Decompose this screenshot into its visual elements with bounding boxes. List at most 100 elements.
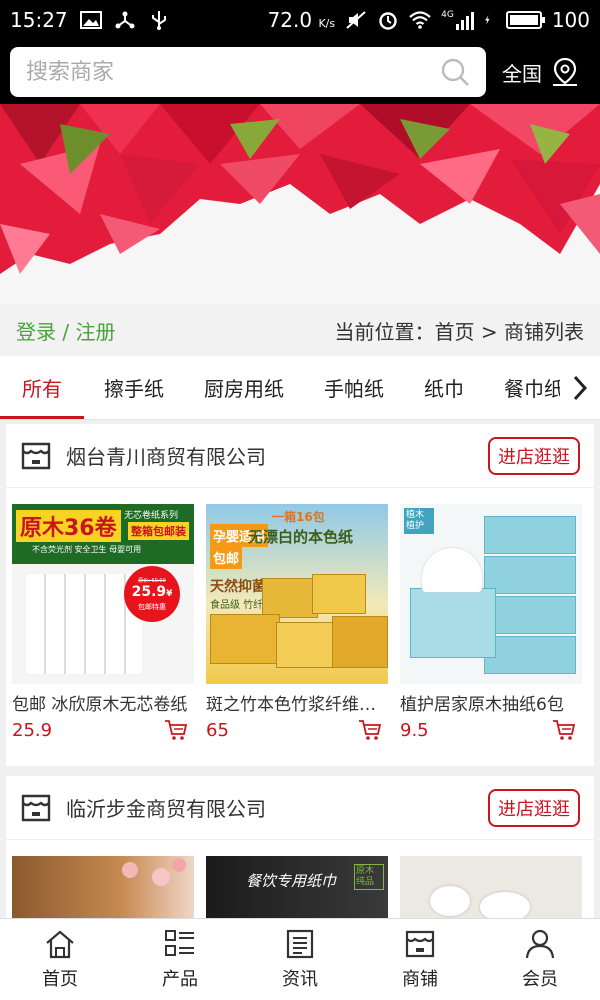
enter-shop-button[interactable]: 进店逛逛: [488, 436, 580, 475]
product-price: 9.5: [400, 719, 429, 741]
product-list: 餐饮专用纸巾 原木纯品: [6, 840, 594, 918]
product-image[interactable]: 植木植护: [400, 504, 582, 684]
product-list: 原木36卷 无芯卷纸系列 整箱包邮装 不含荧光剂 安全卫生 母婴可用 原价: 6…: [6, 488, 594, 741]
img-badge-price: 25.9: [131, 583, 167, 600]
cart-icon[interactable]: [552, 719, 576, 741]
img-title: 餐饮专用纸巾: [246, 872, 337, 890]
product-name[interactable]: 植护居家原木抽纸6包: [400, 690, 582, 715]
search-box[interactable]: [10, 47, 486, 97]
shop-name[interactable]: 烟台青川商贸有限公司: [66, 441, 266, 470]
breadcrumb-bar: 登录 / 注册 当前位置：首页 > 商铺列表: [0, 304, 600, 356]
usb-icon: [151, 11, 166, 30]
chevron-right-icon: [573, 375, 588, 401]
shop-icon: [21, 442, 51, 469]
product-price: 65: [206, 719, 229, 741]
product-card[interactable]: 原木36卷 无芯卷纸系列 整箱包邮装 不含荧光剂 安全卫生 母婴可用 原价: 6…: [12, 504, 194, 741]
banner-graphic: [0, 104, 600, 304]
net-type: 4G: [441, 10, 454, 20]
img-title: 一箱16包: [272, 510, 325, 524]
bottom-nav: 首页 产品 资讯 商铺 会员: [0, 918, 600, 1000]
signal-icon: 4G: [441, 10, 474, 30]
product-card[interactable]: [400, 856, 582, 918]
product-image[interactable]: 原木36卷 无芯卷纸系列 整箱包邮装 不含荧光剂 安全卫生 母婴可用 原价: 6…: [12, 504, 194, 684]
search-input[interactable]: [26, 59, 440, 85]
product-name[interactable]: 包邮 冰欣原木无芯卷纸: [12, 690, 194, 715]
shop-card: 临沂步金商贸有限公司 进店逛逛 餐饮专用纸巾 原木纯品: [6, 776, 594, 918]
status-time: 15:27: [10, 8, 68, 32]
home-icon: [46, 930, 74, 958]
tab-tissue[interactable]: 纸巾: [404, 356, 484, 419]
img-tag: 植木植护: [404, 508, 434, 534]
nav-home-label: 首页: [42, 968, 78, 990]
img-features: 不含荧光剂 安全卫生 母婴可用: [32, 545, 142, 554]
breadcrumb: 当前位置：首页 > 商铺列表: [334, 319, 584, 344]
nav-products-label: 产品: [162, 968, 198, 990]
net-speed-unit: K/s: [318, 17, 336, 30]
share-icon: [115, 11, 135, 29]
img-title: 原木36卷: [16, 510, 121, 542]
tab-pocket-tissue[interactable]: 手帕纸: [304, 356, 404, 419]
img-badge-unit: ¥: [166, 588, 173, 599]
nav-news[interactable]: 资讯: [240, 919, 360, 1000]
shop-icon: [21, 794, 51, 821]
search-icon[interactable]: [440, 57, 470, 87]
user-icon: [525, 929, 555, 958]
mute-icon: [346, 11, 366, 29]
product-image[interactable]: [12, 856, 194, 918]
battery-level: 100: [551, 8, 590, 32]
img-tag: 无芯卷纸系列: [124, 511, 179, 521]
img-tag2: 包邮: [210, 546, 243, 569]
tab-kitchen-paper[interactable]: 厨房用纸: [184, 356, 304, 419]
product-image[interactable]: 餐饮专用纸巾 原木纯品: [206, 856, 388, 918]
product-image[interactable]: 孕婴适用 包邮 一箱16包 无漂白的本色纸 天然抑菌 食品级 竹纤维: [206, 504, 388, 684]
tab-all[interactable]: 所有: [0, 356, 84, 419]
nav-home[interactable]: 首页: [0, 919, 120, 1000]
img-sub: 天然抑菌: [210, 579, 266, 595]
nav-shops[interactable]: 商铺: [360, 919, 480, 1000]
nav-member-label: 会员: [522, 968, 558, 990]
battery-icon: [505, 11, 545, 29]
top-header: 全国: [0, 40, 600, 104]
nav-shops-label: 商铺: [402, 968, 438, 990]
product-image[interactable]: [400, 856, 582, 918]
price-badge: 原价: 60.00 25.9¥ 包邮特惠: [124, 566, 180, 622]
status-bar: 15:27 72.0 K/s 4G 100: [0, 0, 600, 40]
location-pin-icon: [553, 57, 577, 86]
grid-list-icon: [165, 929, 194, 956]
product-name[interactable]: 斑之竹本色竹浆纤维抽纸: [206, 690, 388, 715]
charging-icon: [484, 15, 490, 25]
img-tag: 原木纯品: [354, 864, 384, 890]
img-badge-note: 包邮特惠: [138, 602, 166, 611]
product-price: 25.9: [12, 719, 53, 741]
tabs-scroll-right[interactable]: [560, 356, 600, 419]
hero-banner[interactable]: [0, 104, 600, 304]
shop-card: 烟台青川商贸有限公司 进店逛逛 原木36卷 无芯卷纸系列 整箱包邮装 不含荧光剂…: [6, 424, 594, 766]
product-card[interactable]: [12, 856, 194, 918]
news-icon: [286, 929, 314, 958]
category-tabs: 所有 擦手纸 厨房用纸 手帕纸 纸巾 餐巾纸: [0, 356, 600, 420]
product-card[interactable]: 孕婴适用 包邮 一箱16包 无漂白的本色纸 天然抑菌 食品级 竹纤维 斑之竹本色…: [206, 504, 388, 741]
region-label: 全国: [502, 61, 542, 86]
net-speed-value: 72.0: [267, 8, 313, 32]
cart-icon[interactable]: [164, 719, 188, 741]
img-title2: 无漂白的本色纸: [248, 528, 354, 546]
alarm-icon: [379, 12, 397, 30]
product-card[interactable]: 餐饮专用纸巾 原木纯品: [206, 856, 388, 918]
wifi-icon: [409, 11, 431, 29]
nav-products[interactable]: 产品: [120, 919, 240, 1000]
nav-member[interactable]: 会员: [480, 919, 600, 1000]
cart-icon[interactable]: [358, 719, 382, 741]
product-card[interactable]: 植木植护 植护居家原木抽纸6包 9.5: [400, 504, 582, 741]
shop-header[interactable]: 临沂步金商贸有限公司 进店逛逛: [6, 776, 594, 840]
img-strike: 原价: 60.00: [138, 577, 166, 584]
enter-shop-button[interactable]: 进店逛逛: [488, 788, 580, 827]
image-icon: [79, 11, 102, 29]
img-sub: 整箱包邮装: [128, 522, 189, 540]
shop-name[interactable]: 临沂步金商贸有限公司: [66, 793, 266, 822]
region-selector[interactable]: 全国: [502, 57, 580, 87]
tab-hand-towel[interactable]: 擦手纸: [84, 356, 184, 419]
shop-header[interactable]: 烟台青川商贸有限公司 进店逛逛: [6, 424, 594, 488]
login-register-link[interactable]: 登录 / 注册: [16, 316, 115, 345]
nav-news-label: 资讯: [282, 968, 318, 990]
net-speed: 72.0 K/s: [268, 8, 336, 32]
